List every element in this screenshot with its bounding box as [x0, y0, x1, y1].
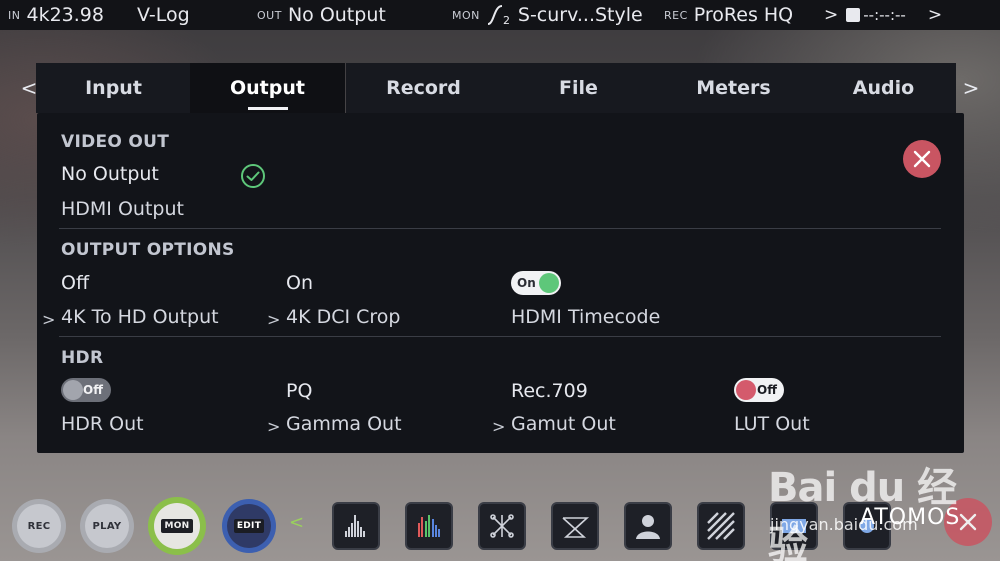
gamma-out-value[interactable]: PQ	[286, 380, 312, 402]
output-settings-panel: VIDEO OUT No Output HDMI Output OUTPUT O…	[37, 113, 964, 453]
dock-collapse-chevron-icon[interactable]: <	[289, 512, 304, 533]
toggle-knob	[63, 380, 83, 400]
rgb-parade-tool-button[interactable]	[405, 502, 453, 550]
k4-dci-crop-label[interactable]: 4K DCI Crop	[286, 306, 400, 328]
tab-output[interactable]: Output	[190, 63, 345, 113]
tab-audio[interactable]: Audio	[811, 63, 956, 113]
chevron-right-icon: >	[492, 417, 506, 436]
bottom-dock: REC PLAY MON EDIT <	[0, 490, 1000, 561]
status-bar: IN 4k23.98 V-Log OUT No Output MON 2 S-c…	[0, 0, 1000, 30]
timecode-status[interactable]: > --:--:-- >	[824, 0, 942, 30]
output-status[interactable]: OUT No Output	[257, 0, 386, 30]
tab-file[interactable]: File	[501, 63, 656, 113]
edit-label: EDIT	[233, 519, 265, 533]
waveform-tool-button[interactable]	[332, 502, 380, 550]
output-value: No Output	[287, 4, 386, 26]
tab-record[interactable]: Record	[346, 63, 501, 113]
zebra-tool-button[interactable]	[697, 502, 745, 550]
k4-to-hd-value[interactable]: Off	[61, 272, 89, 294]
divider	[59, 336, 941, 337]
lut-out-label: LUT Out	[734, 413, 810, 435]
timecode-value: --:--:--	[863, 6, 906, 24]
hdr-out-toggle[interactable]: Off	[61, 378, 111, 402]
k4-dci-crop-value[interactable]: On	[286, 272, 313, 294]
lut-out-toggle[interactable]: Off	[734, 378, 784, 402]
settings-tab-bar: < Input Output Record File Meters Audio …	[8, 63, 998, 113]
edit-button[interactable]: EDIT	[222, 499, 276, 553]
toggle-knob	[736, 380, 756, 400]
hdmi-output-option[interactable]: HDMI Output	[61, 198, 184, 220]
monitor-status[interactable]: MON 2 S-curv...Style	[452, 0, 643, 30]
false-color-icon	[636, 515, 660, 539]
false-color-tool-button[interactable]	[624, 502, 672, 550]
no-output-option[interactable]: No Output	[61, 163, 159, 185]
rec-button[interactable]: REC	[12, 499, 66, 553]
rgb-parade-icon	[418, 515, 440, 537]
video-out-heading: VIDEO OUT	[61, 132, 170, 152]
record-codec: ProRes HQ	[693, 4, 794, 26]
chevron-right-icon: >	[267, 417, 281, 436]
anamorphic-icon	[860, 519, 874, 533]
vectorscope-icon	[490, 514, 514, 538]
vectorscope-tool-button[interactable]	[478, 502, 526, 550]
in-label: IN	[8, 8, 21, 22]
hdr-heading: HDR	[61, 348, 104, 368]
zebra-icon	[707, 512, 735, 540]
play-button[interactable]: PLAY	[80, 499, 134, 553]
check-icon	[241, 164, 265, 188]
frame-guide-icon	[782, 519, 806, 533]
hdr-out-label: HDR Out	[61, 413, 144, 435]
gamut-out-label[interactable]: Gamut Out	[511, 413, 616, 435]
monitor-value: S-curv...Style	[517, 4, 643, 26]
mon-button-face: MON	[154, 503, 200, 549]
toggle-label: On	[517, 276, 536, 290]
chevron-right-icon: >	[824, 5, 839, 25]
log-format[interactable]: V-Log	[137, 0, 190, 30]
hdmi-timecode-label: HDMI Timecode	[511, 306, 661, 328]
record-status[interactable]: REC ProRes HQ	[664, 0, 793, 30]
close-icon	[959, 513, 977, 531]
rec-label: REC	[664, 8, 688, 22]
dock-close-button[interactable]	[944, 498, 992, 546]
k4-to-hd-label[interactable]: 4K To HD Output	[61, 306, 219, 328]
play-label: PLAY	[92, 520, 122, 532]
chevron-right-icon: >	[927, 5, 943, 25]
tab-input[interactable]: Input	[36, 63, 191, 113]
mon-label: MON	[161, 519, 193, 533]
chevron-right-icon: >	[42, 310, 56, 329]
hdmi-timecode-toggle[interactable]: On	[511, 271, 561, 295]
play-button-face: PLAY	[85, 504, 129, 548]
input-resolution: 4k23.98	[26, 4, 104, 26]
vectorscope-zoom-tool-button[interactable]	[551, 502, 599, 550]
battery-icon	[846, 8, 861, 22]
gamut-out-value[interactable]: Rec.709	[511, 380, 588, 402]
divider	[59, 228, 941, 229]
vectorscope-zoom-icon	[562, 517, 590, 538]
waveform-icon	[345, 515, 365, 537]
output-options-heading: OUTPUT OPTIONS	[61, 240, 235, 260]
toggle-knob	[539, 273, 559, 293]
tab-next-chevron-icon[interactable]: >	[956, 63, 986, 113]
s-curve-icon: 2	[487, 5, 510, 26]
input-status[interactable]: IN 4k23.98	[8, 0, 104, 30]
out-label: OUT	[257, 8, 282, 22]
close-icon	[913, 150, 931, 168]
chevron-right-icon: >	[267, 310, 281, 329]
mon-button[interactable]: MON	[148, 497, 206, 555]
toggle-label: Off	[757, 383, 777, 397]
toggle-label: Off	[83, 383, 103, 397]
edit-button-face: EDIT	[227, 504, 271, 548]
tab-meters[interactable]: Meters	[656, 63, 811, 113]
rec-button-face: REC	[17, 504, 61, 548]
rec-label: REC	[27, 520, 51, 532]
gamma-out-label[interactable]: Gamma Out	[286, 413, 402, 435]
mon-label: MON	[452, 8, 480, 22]
log-format-value: V-Log	[137, 4, 190, 26]
anamorphic-tool-button[interactable]	[843, 502, 891, 550]
frame-guide-tool-button[interactable]	[770, 502, 818, 550]
svg-text:2: 2	[503, 14, 510, 26]
close-button[interactable]	[903, 140, 941, 178]
